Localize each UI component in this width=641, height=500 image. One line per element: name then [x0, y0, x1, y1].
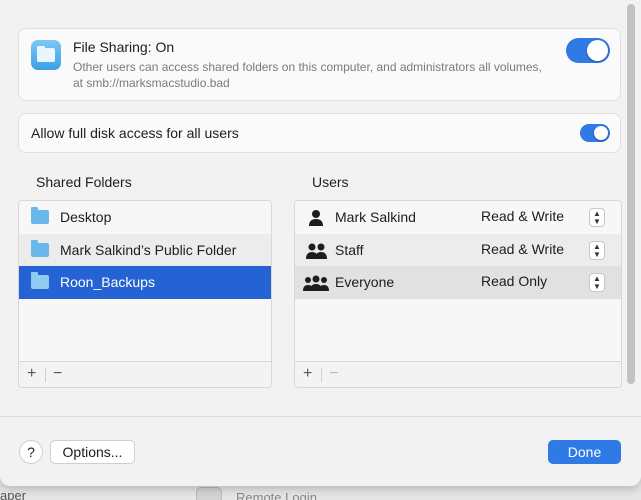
group-icon	[303, 242, 329, 260]
scrollbar[interactable]	[627, 4, 635, 384]
remote-login-icon	[196, 487, 222, 500]
footer-divider	[0, 416, 641, 417]
permission-value[interactable]: Read & Write	[481, 241, 564, 257]
user-name: Everyone	[335, 274, 395, 290]
users-list: Mark Salkind Read & Write ▲ ▼ Staff Read …	[294, 200, 622, 388]
folders-list-footer: + −	[19, 361, 271, 387]
user-row-staff[interactable]: Staff Read & Write ▲ ▼	[295, 234, 621, 267]
user-name: Mark Salkind	[335, 209, 416, 225]
background-item-label: Remote Login	[236, 490, 317, 500]
options-button[interactable]: Options...	[50, 440, 135, 464]
done-button[interactable]: Done	[548, 440, 621, 464]
remove-user-button[interactable]: −	[329, 365, 338, 383]
folder-row-desktop[interactable]: Desktop	[19, 201, 271, 234]
divider	[321, 368, 322, 382]
users-title: Users	[312, 174, 349, 190]
shared-folders-list: Desktop Mark Salkind’s Public Folder Roo…	[18, 200, 272, 388]
permission-value[interactable]: Read Only	[481, 273, 547, 289]
add-user-button[interactable]: +	[303, 365, 312, 383]
user-row-everyone[interactable]: Everyone Read Only ▲ ▼	[295, 266, 621, 299]
background-sidebar-text: aper	[0, 488, 27, 500]
folder-label: Roon_Backups	[60, 274, 155, 290]
file-sharing-title: File Sharing: On	[73, 39, 175, 55]
shared-folders-title: Shared Folders	[36, 174, 132, 190]
folder-icon	[31, 240, 49, 257]
folder-row-roon-backups[interactable]: Roon_Backups	[19, 266, 271, 299]
toggle-knob	[594, 126, 608, 140]
disk-access-toggle[interactable]	[580, 124, 610, 142]
file-sharing-folder-icon	[31, 40, 61, 70]
file-sharing-sheet: File Sharing: On Other users can access …	[0, 0, 641, 486]
remove-folder-button[interactable]: −	[53, 365, 62, 383]
users-list-footer: + −	[295, 361, 621, 387]
disk-access-label: Allow full disk access for all users	[31, 125, 239, 141]
help-button[interactable]: ?	[19, 440, 43, 464]
everyone-icon	[303, 274, 329, 292]
permission-stepper[interactable]: ▲ ▼	[589, 241, 605, 260]
folder-icon	[31, 272, 49, 289]
file-sharing-toggle[interactable]	[566, 38, 610, 63]
folder-label: Mark Salkind’s Public Folder	[60, 242, 237, 258]
permission-stepper[interactable]: ▲ ▼	[589, 208, 605, 227]
user-row-mark-salkind[interactable]: Mark Salkind Read & Write ▲ ▼	[295, 201, 621, 234]
folder-row-public[interactable]: Mark Salkind’s Public Folder	[19, 234, 271, 267]
person-icon	[303, 209, 329, 227]
file-sharing-description: Other users can access shared folders on…	[73, 60, 542, 90]
permission-value[interactable]: Read & Write	[481, 208, 564, 224]
add-folder-button[interactable]: +	[27, 365, 36, 383]
folder-label: Desktop	[60, 209, 112, 225]
divider	[45, 368, 46, 382]
toggle-knob	[587, 40, 608, 61]
permission-stepper[interactable]: ▲ ▼	[589, 273, 605, 292]
folder-icon	[31, 207, 49, 224]
user-name: Staff	[335, 242, 364, 258]
